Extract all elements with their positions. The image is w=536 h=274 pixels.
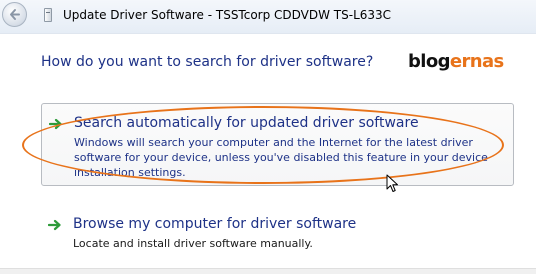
option-description: Locate and install driver software manua… [73, 237, 313, 250]
window-title: Update Driver Software - TSSTcorp CDDVDW… [63, 8, 392, 22]
option-title: Browse my computer for driver software [73, 216, 357, 232]
logo-text-ernas: ernas [449, 51, 504, 72]
blogernas-logo: blogernas [408, 51, 504, 72]
bottom-bar [0, 268, 536, 274]
back-arrow-icon [10, 9, 20, 20]
page-heading: How do you want to search for driver sof… [41, 54, 374, 70]
green-arrow-icon [48, 219, 61, 231]
back-button[interactable] [2, 2, 27, 27]
title-bar: Update Driver Software - TSSTcorp CDDVDW… [0, 0, 536, 34]
option-description: Windows will search your computer and th… [74, 136, 488, 179]
mouse-cursor-icon [386, 174, 398, 192]
browse-computer-option[interactable]: Browse my computer for driver software L… [41, 210, 514, 260]
search-automatically-option[interactable]: Search automatically for updated driver … [41, 103, 514, 186]
green-arrow-icon [49, 118, 62, 130]
logo-text-blog: blog [408, 51, 451, 72]
optical-drive-icon [44, 8, 52, 22]
option-title: Search automatically for updated driver … [74, 115, 419, 131]
